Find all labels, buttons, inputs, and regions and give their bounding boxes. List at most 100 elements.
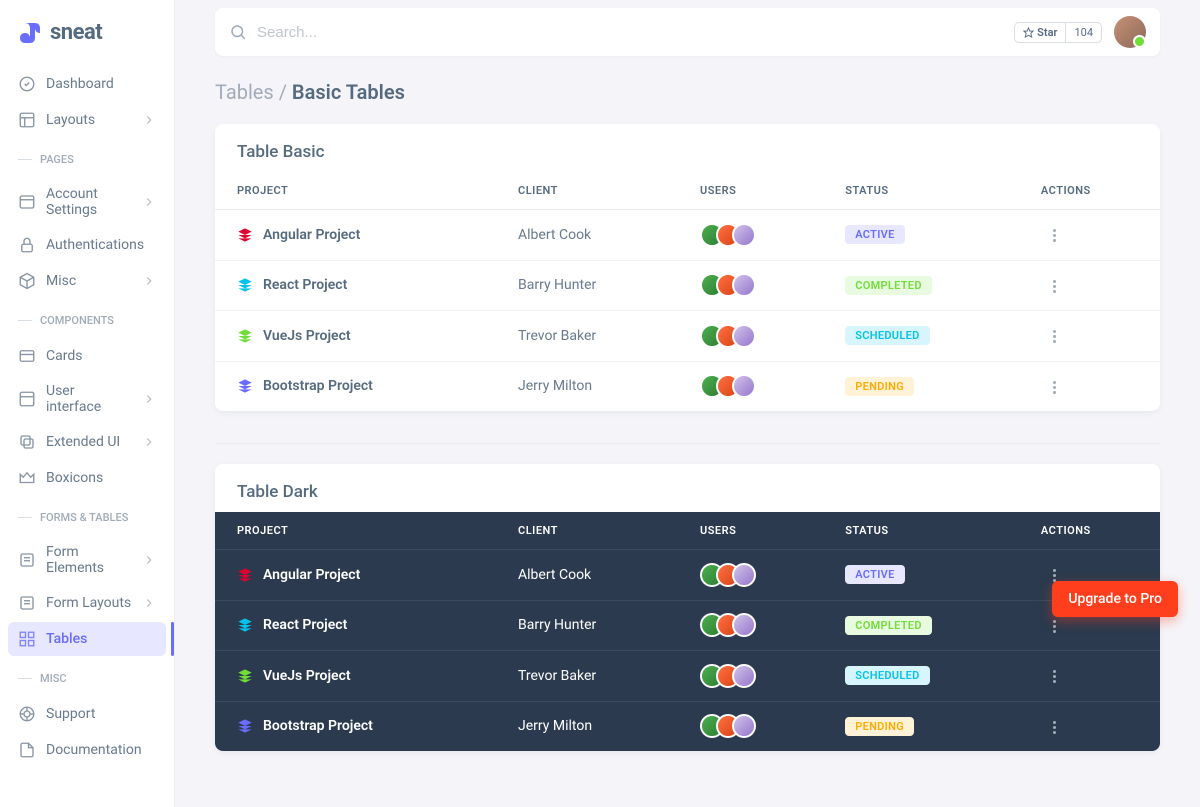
table-row: VueJs Project Trevor Baker SCHEDULED — [215, 311, 1160, 362]
table-header: CLIENT — [502, 512, 684, 550]
project-icon — [237, 328, 253, 344]
user-avatars[interactable] — [700, 613, 813, 637]
row-actions-button[interactable] — [1041, 323, 1069, 351]
avatar — [732, 563, 756, 587]
sidebar-item-account-settings[interactable]: Account Settings — [8, 178, 166, 226]
sidebar-item-authentications[interactable]: Authentications — [8, 228, 166, 262]
table-header: STATUS — [829, 512, 1025, 550]
brand-name: sneat — [50, 20, 102, 45]
client-cell: Barry Hunter — [502, 600, 684, 651]
sidebar-item-support[interactable]: Support — [8, 697, 166, 731]
star-icon — [1023, 27, 1034, 38]
star-count: 104 — [1066, 23, 1101, 42]
user-avatars[interactable] — [700, 324, 813, 348]
support-icon — [18, 705, 36, 723]
sidebar-item-label: Boxicons — [46, 470, 156, 486]
sidebar: sneat Dashboard Layouts PAGES Account Sett… — [0, 0, 175, 807]
sidebar-section-header: COMPONENTS — [0, 304, 174, 333]
project-name: React Project — [263, 617, 347, 633]
sidebar-item-dashboard[interactable]: Dashboard — [8, 67, 166, 101]
project-icon — [237, 668, 253, 684]
project-icon — [237, 227, 253, 243]
project-icon — [237, 277, 253, 293]
sidebar-item-cards[interactable]: Cards — [8, 339, 166, 373]
window-icon — [18, 193, 36, 211]
dots-vertical-icon — [1053, 381, 1056, 394]
sidebar-item-boxicons[interactable]: Boxicons — [8, 461, 166, 495]
row-actions-button[interactable] — [1041, 713, 1069, 741]
project-name: VueJs Project — [263, 668, 351, 684]
row-actions-button[interactable] — [1041, 373, 1069, 401]
project-cell: VueJs Project — [237, 328, 486, 344]
grid-icon — [18, 630, 36, 648]
breadcrumb-parent[interactable]: Tables — [215, 80, 274, 104]
card-title: Table Basic — [215, 124, 1160, 172]
row-actions-button[interactable] — [1041, 663, 1069, 691]
sidebar-item-label: Tables — [46, 631, 156, 647]
user-avatar[interactable] — [1114, 16, 1146, 48]
project-name: React Project — [263, 277, 347, 293]
status-badge: SCHEDULED — [845, 326, 929, 345]
star-label: Star — [1037, 26, 1057, 39]
status-badge: PENDING — [845, 377, 914, 396]
row-actions-button[interactable] — [1041, 222, 1069, 250]
section-divider — [215, 443, 1160, 444]
table-row: React ProjectBarry HunterCOMPLETED — [215, 600, 1160, 651]
sidebar-item-misc[interactable]: Misc — [8, 264, 166, 298]
project-name: Bootstrap Project — [263, 718, 373, 734]
dots-vertical-icon — [1053, 330, 1056, 343]
user-avatars[interactable] — [700, 664, 813, 688]
chevron-right-icon — [142, 596, 156, 610]
project-name: Bootstrap Project — [263, 378, 373, 394]
row-actions-button[interactable] — [1041, 272, 1069, 300]
github-star-badge[interactable]: Star 104 — [1014, 22, 1102, 43]
client-cell: Jerry Milton — [502, 361, 684, 411]
user-avatars[interactable] — [700, 563, 813, 587]
sidebar-item-tables[interactable]: Tables — [8, 622, 166, 656]
avatar — [732, 374, 756, 398]
layout-icon — [18, 111, 36, 129]
detail-icon — [18, 594, 36, 612]
avatar — [732, 664, 756, 688]
sidebar-item-label: Dashboard — [46, 76, 156, 92]
sidebar-item-documentation[interactable]: Documentation — [8, 733, 166, 767]
page-content: Tables / Basic Tables Table Basic PROJEC… — [175, 56, 1200, 807]
table-dark: PROJECTCLIENTUSERSSTATUSACTIONS Angular … — [215, 512, 1160, 751]
breadcrumb: Tables / Basic Tables — [215, 80, 1160, 104]
upgrade-button[interactable]: Upgrade to Pro — [1052, 581, 1178, 617]
sidebar-item-form-layouts[interactable]: Form Layouts — [8, 586, 166, 620]
table-header: STATUS — [829, 172, 1025, 210]
client-cell: Trevor Baker — [502, 311, 684, 362]
sidebar-item-extended-ui[interactable]: Extended UI — [8, 425, 166, 459]
user-avatars[interactable] — [700, 273, 813, 297]
file-icon — [18, 741, 36, 759]
user-avatars[interactable] — [700, 714, 813, 738]
avatar — [732, 223, 756, 247]
sidebar-item-user-interface[interactable]: User interface — [8, 375, 166, 423]
user-avatars[interactable] — [700, 223, 813, 247]
table-row: Angular ProjectAlbert CookACTIVE — [215, 210, 1160, 261]
table-row: Bootstrap Project Jerry Milton PENDING — [215, 361, 1160, 411]
user-avatars[interactable] — [700, 374, 813, 398]
sidebar-section-header: PAGES — [0, 143, 174, 172]
lock-icon — [18, 236, 36, 254]
status-badge: SCHEDULED — [845, 666, 929, 685]
cube-icon — [18, 272, 36, 290]
table-header: USERS — [684, 512, 829, 550]
brand-logo[interactable]: sneat — [0, 12, 174, 61]
sidebar-item-layouts[interactable]: Layouts — [8, 103, 166, 137]
project-icon — [237, 567, 253, 583]
detail-icon — [18, 551, 36, 569]
chevron-right-icon — [142, 435, 156, 449]
project-cell: VueJs Project — [237, 668, 486, 684]
project-cell: Angular Project — [237, 567, 486, 583]
table-header: ACTIONS — [1025, 512, 1160, 550]
table-basic: PROJECTCLIENTUSERSSTATUSACTIONS Angular … — [215, 172, 1160, 411]
client-cell: Barry Hunter — [502, 260, 684, 311]
search-input[interactable] — [257, 24, 1002, 41]
table-header: PROJECT — [215, 512, 502, 550]
status-badge: COMPLETED — [845, 276, 932, 295]
sidebar-item-label: Layouts — [46, 112, 132, 128]
sidebar-item-form-elements[interactable]: Form Elements — [8, 536, 166, 584]
dots-vertical-icon — [1053, 721, 1056, 734]
